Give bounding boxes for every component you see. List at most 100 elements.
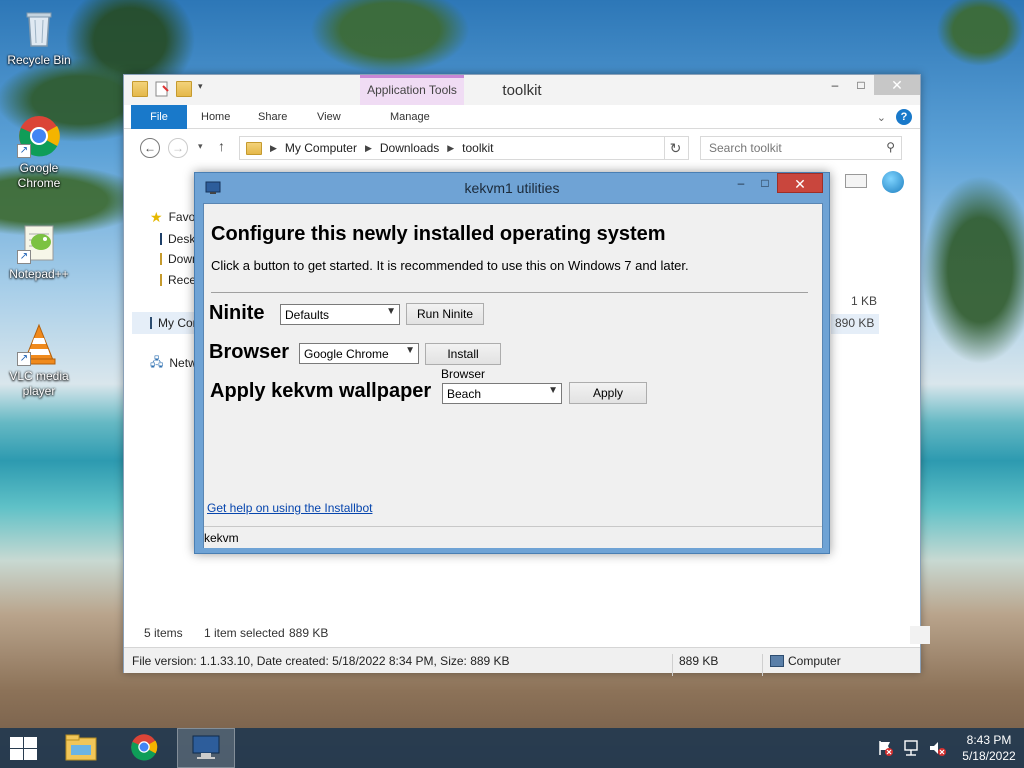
globe-icon[interactable] xyxy=(882,171,904,193)
dialog-window-controls: – □ ✕ xyxy=(729,173,823,193)
shortcut-arrow-icon: ↗ xyxy=(17,250,31,264)
explorer-titlebar[interactable]: ▾ Application Tools toolkit – □ ✕ xyxy=(124,75,920,105)
ninite-select[interactable]: Defaults ▼ xyxy=(280,304,400,325)
palm-tree-topright xyxy=(920,0,1024,100)
shortcut-arrow-icon: ↗ xyxy=(17,144,31,158)
action-center-flag-icon[interactable] xyxy=(876,739,894,757)
taskbar-file-explorer[interactable] xyxy=(52,728,110,768)
tab-manage[interactable]: Manage xyxy=(380,105,440,129)
dialog-heading: Configure this newly installed operating… xyxy=(211,223,666,245)
tab-home[interactable]: Home xyxy=(191,105,240,129)
close-icon[interactable]: ✕ xyxy=(777,173,823,193)
details-size: 889 KB xyxy=(679,654,719,668)
downloads-folder-icon xyxy=(160,253,162,265)
wallpaper-select[interactable]: Beach ▼ xyxy=(442,383,562,404)
dialog-status-text: kekvm xyxy=(204,531,239,545)
search-input[interactable]: Search toolkit ⚲ xyxy=(700,136,902,160)
ribbon-right-controls: ⌄ ? xyxy=(877,109,912,125)
star-icon: ★ xyxy=(150,208,163,225)
selected-size: 889 KB xyxy=(289,626,329,640)
desktop-icon-label: Google Chrome xyxy=(17,161,61,190)
chevron-right-icon: ▶ xyxy=(364,142,372,153)
chevron-down-icon: ▼ xyxy=(386,306,396,317)
desktop-icon-label: VLC media player xyxy=(9,369,69,398)
file-details: File version: 1.1.33.10, Date created: 5… xyxy=(132,654,510,668)
nav-item-label: Downloads xyxy=(168,252,196,266)
breadcrumb-toolkit[interactable]: toolkit xyxy=(462,141,493,155)
nav-item-recent-places[interactable]: Recent places xyxy=(160,271,196,289)
wallpaper-label: Apply kekvm wallpaper xyxy=(210,380,432,402)
wallpaper-select-value: Beach xyxy=(447,387,482,401)
nav-item-favorites[interactable]: ★ Favorites xyxy=(150,208,196,226)
desktop-icon-notepad-plus-plus[interactable]: ↗ Notepad++ xyxy=(3,220,75,282)
network-icon[interactable] xyxy=(902,739,920,757)
ninite-label: Ninite xyxy=(209,302,265,324)
browser-select[interactable]: Google Chrome ▼ xyxy=(299,343,419,364)
nav-item-my-computer[interactable]: My Computer xyxy=(132,312,196,334)
nav-item-label: Recent places xyxy=(168,273,196,287)
run-ninite-button[interactable]: Run Ninite xyxy=(406,303,484,325)
forward-icon[interactable]: → xyxy=(168,138,188,158)
dialog-client-area: Configure this newly installed operating… xyxy=(203,203,823,548)
start-button[interactable] xyxy=(8,736,38,760)
search-placeholder: Search toolkit xyxy=(709,141,782,155)
nav-item-downloads[interactable]: Downloads xyxy=(160,250,196,268)
nav-item-desktop[interactable]: Desktop xyxy=(160,230,196,248)
file-size: 1 KB xyxy=(851,294,878,308)
shortcut-arrow-icon: ↗ xyxy=(17,352,31,366)
tab-file[interactable]: File xyxy=(131,105,187,129)
computer-icon xyxy=(150,317,152,329)
nav-item-label: My Computer xyxy=(158,316,196,330)
search-icon[interactable]: ⚲ xyxy=(886,140,895,154)
system-clock[interactable]: 8:43 PM 5/18/2022 xyxy=(954,732,1024,764)
recent-locations-icon[interactable]: ▾ xyxy=(198,141,203,152)
desktop-icon-recycle-bin[interactable]: Recycle Bin xyxy=(3,6,75,68)
item-count: 5 items xyxy=(144,626,183,640)
taskbar-chrome[interactable] xyxy=(115,728,173,768)
minimize-icon[interactable]: – xyxy=(729,173,753,193)
browser-label: Browser xyxy=(209,341,290,363)
tab-view[interactable]: View xyxy=(307,105,351,129)
desktop-icon-label: Notepad++ xyxy=(9,267,69,281)
chrome-icon: ↗ xyxy=(17,114,61,158)
expand-ribbon-icon[interactable]: ⌄ xyxy=(877,111,886,124)
kekvm-utilities-dialog: kekvm1 utilities – □ ✕ Configure this ne… xyxy=(194,172,830,554)
address-bar[interactable]: ▶ My Computer ▶ Downloads ▶ toolkit xyxy=(239,136,689,160)
refresh-icon[interactable]: ↻ xyxy=(664,137,686,159)
maximize-icon[interactable]: □ xyxy=(753,173,777,193)
divider xyxy=(211,292,808,293)
clock-date: 5/18/2022 xyxy=(962,749,1016,763)
vlc-cone-icon: ↗ xyxy=(17,322,61,366)
desktop-icon-vlc-media-player[interactable]: ↗ VLC media player xyxy=(3,322,75,399)
large-icons-view-icon[interactable] xyxy=(910,626,930,644)
install-browser-button[interactable]: Install Browser xyxy=(425,343,501,381)
taskbar: 8:43 PM 5/18/2022 xyxy=(0,728,1024,768)
help-link[interactable]: Get help on using the Installbot xyxy=(207,501,372,515)
minimize-icon[interactable]: – xyxy=(822,75,848,95)
notepad-plus-plus-icon: ↗ xyxy=(17,220,61,264)
close-icon[interactable]: ✕ xyxy=(874,75,920,95)
taskbar-kekvm-utilities[interactable] xyxy=(177,728,235,768)
file-size-selected: 890 KB xyxy=(831,314,879,334)
explorer-status-bar: 5 items 1 item selected 889 KB xyxy=(124,623,930,644)
recent-places-icon xyxy=(160,274,162,286)
up-icon[interactable]: ↑ xyxy=(218,138,225,154)
network-icon: 🖧 xyxy=(150,354,164,369)
divider xyxy=(672,654,673,676)
breadcrumb-downloads[interactable]: Downloads xyxy=(380,141,439,155)
tab-share[interactable]: Share xyxy=(248,105,297,129)
nav-item-network[interactable]: 🖧 Network xyxy=(150,354,196,372)
chevron-down-icon: ▼ xyxy=(548,385,558,396)
back-icon[interactable]: ← xyxy=(140,138,160,158)
apply-wallpaper-button[interactable]: Apply xyxy=(569,382,647,404)
preview-pane-icon[interactable] xyxy=(845,174,867,188)
volume-muted-icon[interactable] xyxy=(928,739,946,757)
maximize-icon[interactable]: □ xyxy=(848,75,874,95)
desktop-icon-google-chrome[interactable]: ↗ Google Chrome xyxy=(3,114,75,191)
breadcrumb-my-computer[interactable]: My Computer xyxy=(285,141,357,155)
chrome-icon xyxy=(130,733,158,764)
help-icon[interactable]: ? xyxy=(896,109,912,125)
explorer-details-bar: File version: 1.1.33.10, Date created: 5… xyxy=(124,647,920,676)
explorer-title: toolkit xyxy=(502,82,542,99)
browser-select-value: Google Chrome xyxy=(304,347,389,361)
